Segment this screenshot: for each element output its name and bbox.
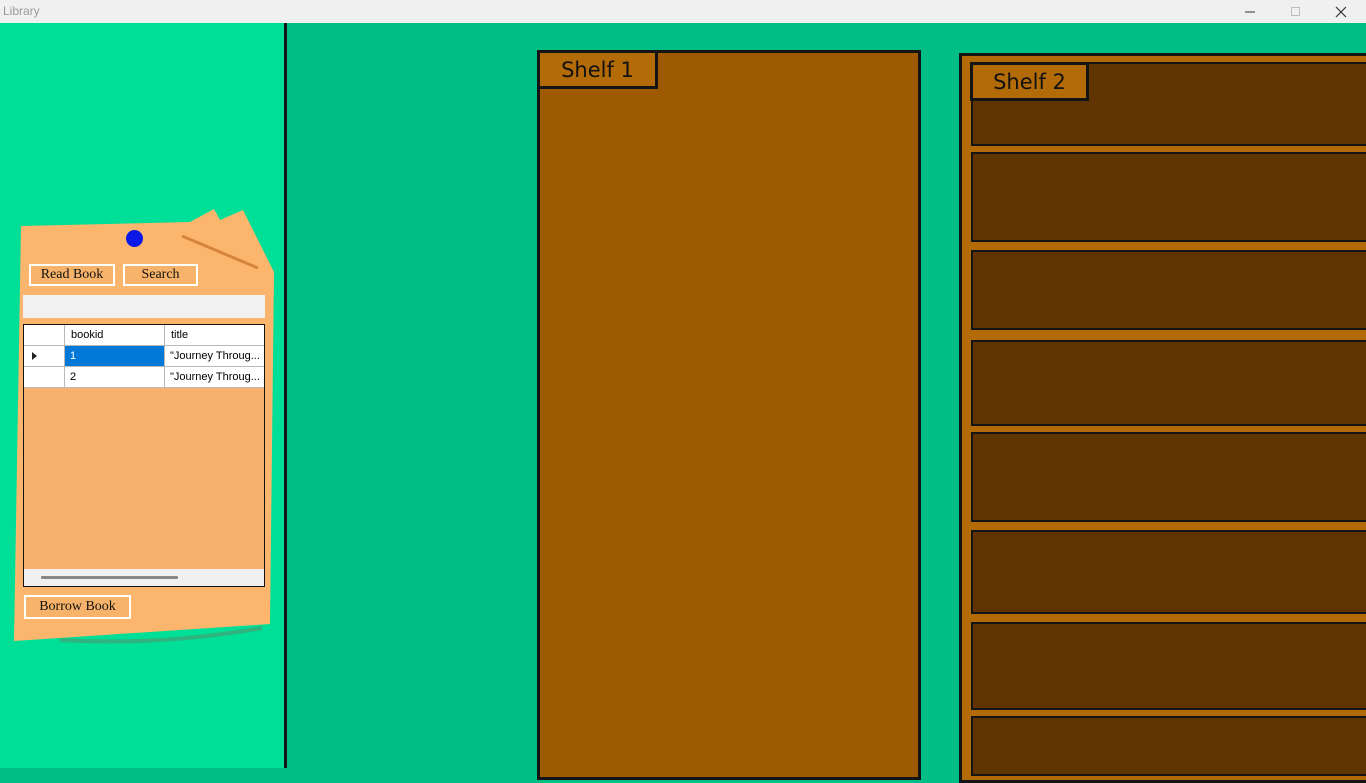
cell-bookid[interactable]: 1 xyxy=(65,346,165,367)
panel-divider xyxy=(284,23,287,768)
shelf-2-board xyxy=(971,530,1366,614)
current-row-icon xyxy=(32,352,37,360)
shelf-2-label: Shelf 2 xyxy=(970,62,1089,101)
search-button[interactable]: Search xyxy=(123,264,198,286)
column-header-bookid[interactable]: bookid xyxy=(65,325,165,346)
table-row[interactable]: 1 "Journey Throug... xyxy=(24,346,264,367)
row-header[interactable] xyxy=(24,367,65,388)
search-input[interactable] xyxy=(23,295,265,318)
shelf-1[interactable] xyxy=(537,50,921,780)
grid-header: bookid title xyxy=(24,325,264,346)
row-header-corner xyxy=(24,325,65,346)
minimize-icon xyxy=(1245,11,1255,12)
horizontal-scrollbar[interactable] xyxy=(24,569,264,586)
cell-bookid[interactable]: 2 xyxy=(65,367,165,388)
cell-title[interactable]: "Journey Throug... xyxy=(165,346,264,367)
table-row[interactable]: 2 "Journey Throug... xyxy=(24,367,264,388)
maximize-icon xyxy=(1291,6,1300,16)
books-grid[interactable]: bookid title 1 "Journey Throug... 2 "Jou… xyxy=(23,324,265,587)
shelf-2-board xyxy=(971,432,1366,522)
read-book-button[interactable]: Read Book xyxy=(29,264,115,286)
minimize-button[interactable] xyxy=(1227,0,1273,23)
shelf-2-board xyxy=(971,340,1366,426)
shelf-2-board xyxy=(971,622,1366,710)
column-header-title[interactable]: title xyxy=(165,325,264,346)
row-header[interactable] xyxy=(24,346,65,367)
close-icon xyxy=(1335,6,1347,17)
cell-title[interactable]: "Journey Throug... xyxy=(165,367,264,388)
shelf-2-board xyxy=(971,716,1366,776)
pin-icon xyxy=(126,230,143,247)
shelf-1-label: Shelf 1 xyxy=(537,50,658,89)
scrollbar-thumb[interactable] xyxy=(41,576,178,579)
close-button[interactable] xyxy=(1318,0,1364,23)
shelf-2-board xyxy=(971,152,1366,242)
borrow-book-button[interactable]: Borrow Book xyxy=(24,595,131,619)
shelf-2-board xyxy=(971,250,1366,330)
maximize-button[interactable] xyxy=(1272,0,1318,23)
